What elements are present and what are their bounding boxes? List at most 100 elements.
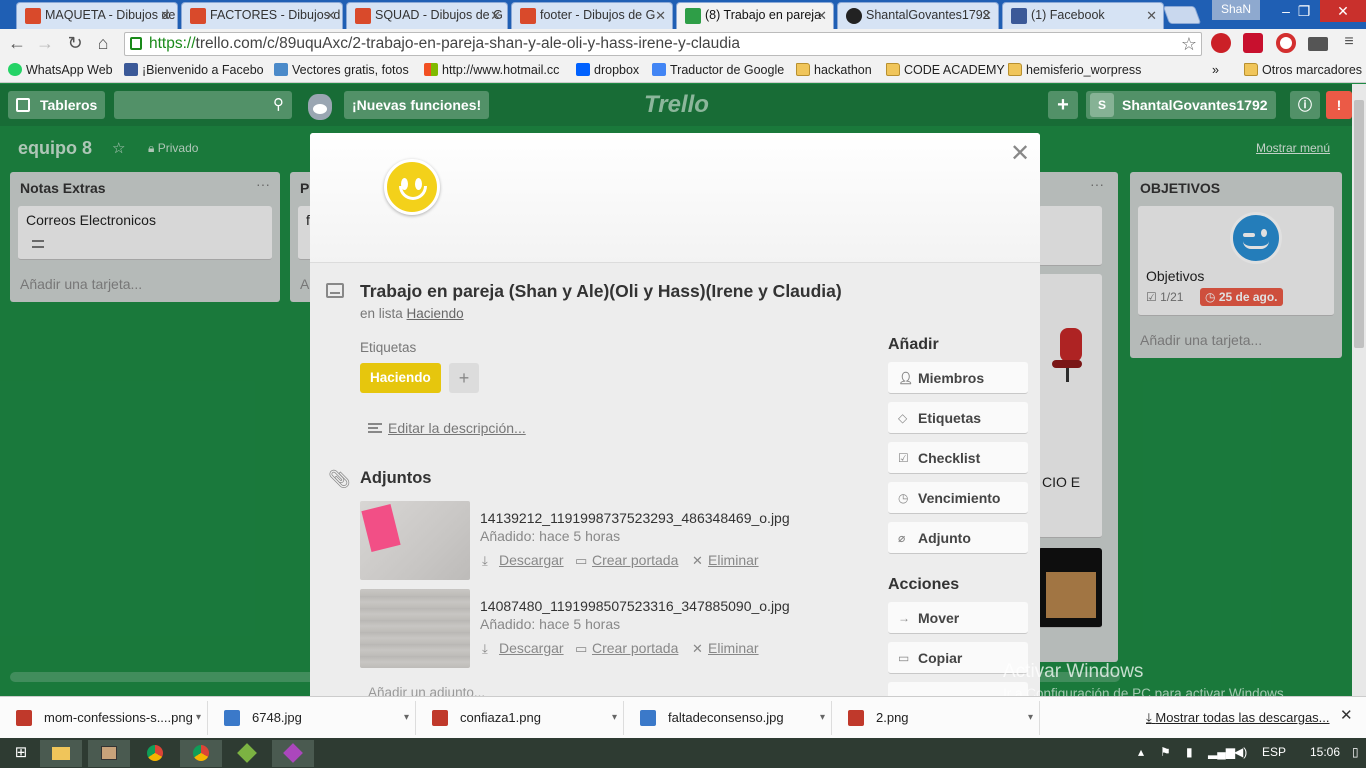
- bookmarks-overflow-button[interactable]: »: [1212, 62, 1219, 78]
- add-attachment-link[interactable]: Añadir un adjunto...: [368, 685, 485, 696]
- close-icon[interactable]: ✕: [1010, 139, 1030, 168]
- wifi-signal-icon[interactable]: ▂▄▆: [1208, 745, 1235, 759]
- tab-trello-active[interactable]: (8) Trabajo en pareja ✕: [676, 2, 834, 29]
- scrollbar-thumb[interactable]: [1354, 100, 1364, 348]
- card-title-heading[interactable]: Trabajo en pareja (Shan y Ale)(Oli y Has…: [360, 281, 842, 302]
- chrome-canary-icon[interactable]: [180, 740, 222, 767]
- label-haciendo[interactable]: Haciendo: [360, 363, 441, 393]
- input-language[interactable]: ESP: [1262, 745, 1286, 759]
- window-close-icon[interactable]: ✕: [1320, 0, 1366, 22]
- info-icon[interactable]: ⓘ: [1290, 91, 1320, 119]
- bookmark-star-icon[interactable]: ☆: [1181, 33, 1197, 55]
- attachment-filename[interactable]: 14087480_1191998507523316_347885090_o.jp…: [480, 598, 790, 614]
- tab-maqueta[interactable]: MAQUETA - Dibujos de ✕: [16, 2, 178, 29]
- bookmark-whatsapp[interactable]: WhatsApp Web: [8, 62, 113, 78]
- volume-icon[interactable]: ◀): [1234, 745, 1247, 759]
- show-all-downloads-link[interactable]: ⤓ Mostrar todas las descargas...: [1146, 710, 1330, 726]
- download-link[interactable]: Descargar: [499, 552, 564, 568]
- tab-close-icon[interactable]: ✕: [1146, 3, 1157, 28]
- download-item[interactable]: faltadeconsenso.jpg ▾: [628, 701, 832, 735]
- chevron-down-icon[interactable]: ▾: [196, 701, 201, 735]
- add-label-button[interactable]: +: [449, 363, 479, 393]
- reload-icon[interactable]: ↻: [64, 33, 86, 54]
- tab-close-icon[interactable]: ✕: [816, 3, 827, 28]
- forward-arrow-icon[interactable]: →: [34, 33, 56, 54]
- chevron-down-icon[interactable]: ▾: [612, 701, 617, 735]
- bookmark-dropbox[interactable]: dropbox: [576, 62, 639, 78]
- bookmark-hotmail[interactable]: http://www.hotmail.cc: [424, 62, 564, 78]
- address-bar[interactable]: https://trello.com/c/89uquAxc/2-trabajo-…: [124, 32, 1202, 56]
- download-item[interactable]: 2.png ▾: [836, 701, 1040, 735]
- cast-icon[interactable]: [1308, 37, 1328, 51]
- tab-squad[interactable]: SQUAD - Dibujos de G ✕: [346, 2, 508, 29]
- sketch-app-icon-2[interactable]: [272, 740, 314, 767]
- bookmark-folder-codeacademy[interactable]: CODE ACADEMY: [886, 62, 1005, 78]
- tab-github[interactable]: ShantalGovantes1792 ✕: [837, 2, 999, 29]
- back-arrow-icon[interactable]: ←: [6, 33, 28, 54]
- close-icon[interactable]: ✕: [1340, 706, 1353, 724]
- edit-description-link[interactable]: Editar la descripción...: [388, 420, 526, 436]
- labels-button[interactable]: ◇ Etiquetas: [888, 402, 1028, 434]
- bookmark-folder-hackathon[interactable]: hackathon: [796, 62, 872, 78]
- boards-button[interactable]: Tableros: [8, 91, 106, 119]
- attachment-thumbnail[interactable]: [360, 589, 470, 668]
- tab-footer[interactable]: footer - Dibujos de G ✕: [511, 2, 673, 29]
- battery-icon[interactable]: ▮: [1186, 745, 1193, 759]
- home-icon[interactable]: ⌂: [92, 33, 114, 54]
- tab-facebook[interactable]: (1) Facebook ✕: [1002, 2, 1164, 29]
- bookmark-facebook[interactable]: ¡Bienvenido a Facebo: [124, 62, 264, 78]
- sketch-app-icon[interactable]: [226, 740, 268, 767]
- download-item[interactable]: 6748.jpg ▾: [212, 701, 416, 735]
- page-scrollbar[interactable]: [1352, 84, 1366, 696]
- chrome-menu-icon[interactable]: ≡: [1338, 33, 1360, 51]
- tab-close-icon[interactable]: ✕: [655, 3, 666, 28]
- checklist-button[interactable]: ☑ Checklist: [888, 442, 1028, 474]
- windows-start-icon[interactable]: ⊞: [0, 740, 42, 767]
- pinterest-icon[interactable]: [1211, 33, 1231, 53]
- other-bookmarks[interactable]: Otros marcadores: [1244, 62, 1362, 78]
- tab-close-icon[interactable]: ✕: [490, 3, 501, 28]
- attachment-button[interactable]: ⌀ Adjunto: [888, 522, 1028, 554]
- chevron-down-icon[interactable]: ▾: [404, 701, 409, 735]
- add-icon[interactable]: +: [1048, 91, 1078, 119]
- download-item[interactable]: mom-confessions-s....png ▾: [4, 701, 208, 735]
- bookmark-freepik[interactable]: Vectores gratis, fotos: [274, 62, 414, 78]
- flag-icon[interactable]: ⚑: [1160, 745, 1171, 759]
- list-link[interactable]: Haciendo: [407, 306, 464, 321]
- clock[interactable]: 15:06: [1310, 745, 1340, 759]
- bookmark-translate[interactable]: Traductor de Google: [652, 62, 784, 78]
- chrome-icon[interactable]: [134, 740, 176, 767]
- notification-bell-icon[interactable]: !: [1326, 91, 1352, 119]
- new-features-button[interactable]: ¡Nuevas funciones!: [344, 91, 490, 119]
- chevron-down-icon[interactable]: ▾: [1028, 701, 1033, 735]
- opera-extension-icon[interactable]: [1276, 33, 1296, 53]
- due-date-button[interactable]: ◷ Vencimiento: [888, 482, 1028, 514]
- lock-icon: [130, 37, 142, 50]
- download-link[interactable]: Descargar: [499, 640, 564, 656]
- adblock-icon[interactable]: [1243, 33, 1263, 53]
- profile-button[interactable]: ShaN: [1212, 0, 1260, 20]
- notifications-icon[interactable]: ▯: [1352, 745, 1359, 759]
- chevron-down-icon[interactable]: ▾: [820, 701, 825, 735]
- make-cover-link[interactable]: Crear portada: [592, 552, 678, 568]
- bookmark-folder-hemisferio[interactable]: hemisferio_worpress: [1008, 62, 1141, 78]
- members-button[interactable]: 👤︎ Miembros: [888, 362, 1028, 394]
- maximize-icon[interactable]: ❐: [1286, 0, 1322, 22]
- tab-close-icon[interactable]: ✕: [325, 3, 336, 28]
- tray-chevron-icon[interactable]: ▴: [1138, 745, 1144, 759]
- file-explorer-icon[interactable]: [40, 740, 82, 767]
- attachment-filename[interactable]: 14139212_1191998737523293_486348469_o.jp…: [480, 510, 790, 526]
- tab-factores[interactable]: FACTORES - Dibujos d ✕: [181, 2, 343, 29]
- download-item[interactable]: confiaza1.png ▾: [420, 701, 624, 735]
- new-tab-button[interactable]: [1162, 6, 1202, 24]
- attachment-thumbnail[interactable]: [360, 501, 470, 580]
- remove-link[interactable]: Eliminar: [708, 552, 759, 568]
- tab-close-icon[interactable]: ✕: [981, 3, 992, 28]
- make-cover-link[interactable]: Crear portada: [592, 640, 678, 656]
- remove-link[interactable]: Eliminar: [708, 640, 759, 656]
- move-button[interactable]: → Mover: [888, 602, 1028, 634]
- tab-close-icon[interactable]: ✕: [160, 3, 171, 28]
- terminal-app-icon[interactable]: [88, 740, 130, 767]
- board-search-input[interactable]: ⚲: [114, 91, 292, 119]
- member-menu-button[interactable]: S ShantalGovantes1792: [1086, 91, 1276, 119]
